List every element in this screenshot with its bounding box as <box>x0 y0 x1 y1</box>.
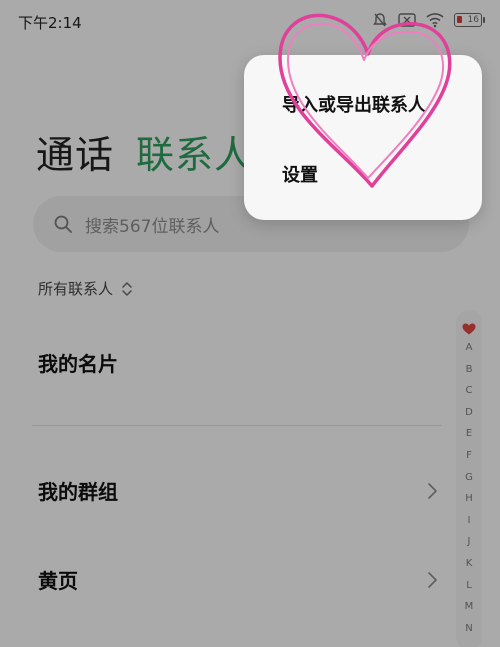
popup-menu: 导入或导出联系人 设置 <box>244 55 482 220</box>
contacts-screen: 下午2:14 16 通话 联系人 搜索567位联系人 所有联系人 我的名片 我的… <box>0 0 500 647</box>
menu-item-settings[interactable]: 设置 <box>282 161 318 187</box>
menu-item-import-export[interactable]: 导入或导出联系人 <box>282 91 426 117</box>
